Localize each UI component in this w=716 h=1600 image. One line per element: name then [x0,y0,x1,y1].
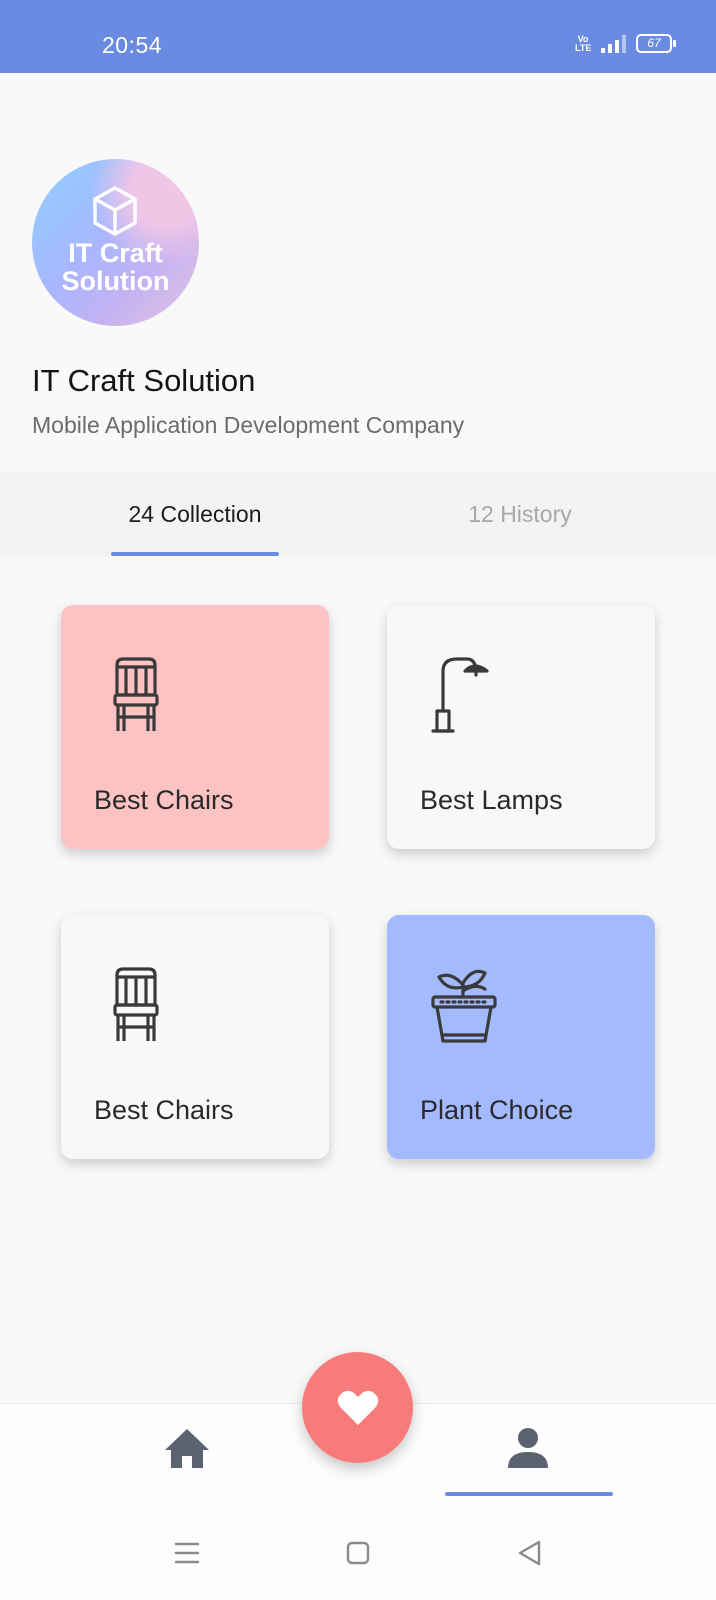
chair-icon [113,657,159,731]
favorites-fab-button[interactable] [302,1352,413,1463]
tab-history[interactable]: 12 History [440,472,600,557]
person-icon[interactable] [504,1426,552,1470]
system-nav-bar [0,1508,716,1600]
logo-text: IT Craft Solution [61,238,170,296]
nav-active-indicator [445,1492,613,1496]
collection-card-best-chairs[interactable]: Best Chairs [61,915,329,1159]
lamp-icon [431,657,489,733]
card-label: Best Chairs [94,785,234,815]
plant-icon [431,969,497,1043]
status-time: 20:54 [102,32,163,58]
company-subtitle: Mobile Application Development Company [32,412,465,438]
collection-card-plant-choice[interactable]: Plant Choice [387,915,655,1159]
chair-icon [113,967,159,1041]
menu-icon[interactable] [172,1538,202,1568]
home-icon[interactable] [163,1426,211,1470]
status-icons: Vo LTE 67 [575,33,676,53]
collection-card-best-lamps[interactable]: Best Lamps [387,605,655,849]
heart-icon [337,1390,378,1425]
volte-icon: Vo LTE [575,33,592,53]
company-name: IT Craft Solution [32,363,256,398]
tab-collection[interactable]: 24 Collection [111,472,279,557]
card-label: Best Chairs [94,1095,234,1125]
card-label: Best Lamps [420,785,563,815]
tab-bar: 24 Collection 12 History [0,472,716,557]
collection-card-best-chairs[interactable]: Best Chairs [61,605,329,849]
card-label: Plant Choice [420,1095,574,1125]
battery-icon: 67 [636,34,676,53]
tab-active-indicator [111,552,279,556]
status-bar: 20:54 Vo LTE 67 [0,0,716,73]
cube-icon [93,186,137,236]
home-square-icon[interactable] [343,1538,373,1568]
signal-icon [601,34,626,53]
company-logo: IT Craft Solution [32,159,199,326]
back-icon[interactable] [515,1538,545,1568]
